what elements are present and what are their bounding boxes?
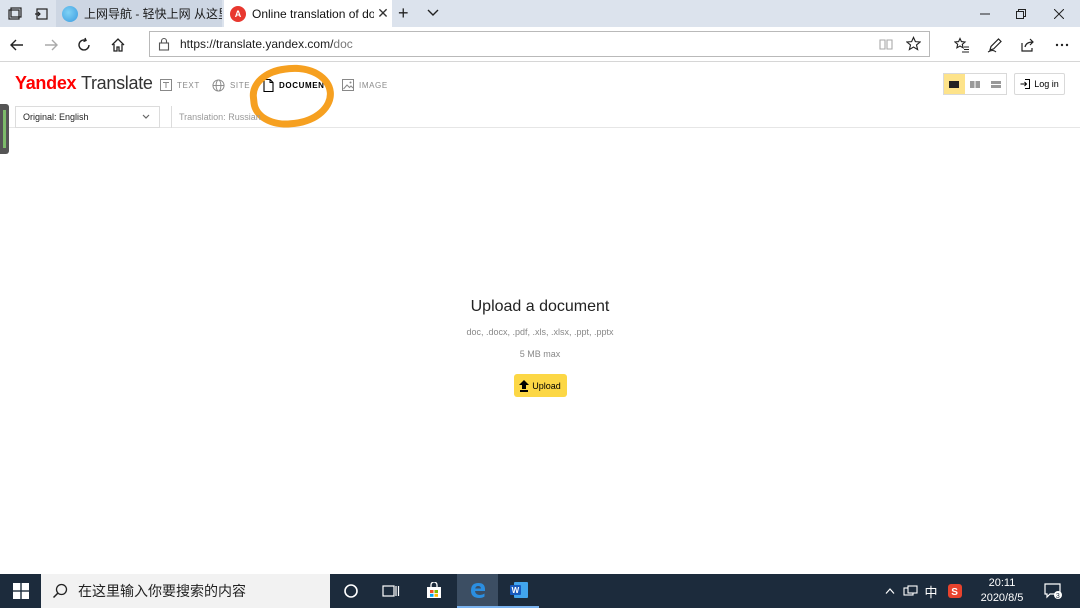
globe-icon — [212, 78, 225, 92]
nav-tab-image[interactable]: IMAGE — [342, 77, 388, 93]
notification-count: 3 — [1056, 593, 1060, 599]
side-panel-handle[interactable] — [0, 104, 9, 154]
logo-brand: Yandex — [15, 73, 77, 93]
login-button[interactable]: Log in — [1014, 73, 1065, 95]
home-icon[interactable] — [108, 35, 128, 55]
upload-arrow-icon — [519, 379, 530, 392]
lock-icon — [158, 37, 170, 51]
page-content: Yandex Translate TEXT SITE DOCUMENT IMAG… — [0, 60, 1080, 574]
pen-notes-icon[interactable] — [985, 35, 1005, 55]
clock-time: 20:11 — [988, 577, 1016, 589]
system-clock[interactable]: 20:11 2020/8/5 — [972, 576, 1032, 606]
close-tab-icon[interactable]: ✕ — [374, 5, 392, 22]
nav-tab-label: TEXT — [177, 80, 200, 90]
nav-tab-text[interactable]: TEXT — [160, 77, 200, 93]
microsoft-store-icon[interactable] — [414, 574, 454, 608]
source-language-select[interactable]: Original: English — [15, 106, 160, 128]
svg-text:S: S — [951, 587, 958, 598]
more-options-icon[interactable] — [1052, 35, 1072, 55]
windows-taskbar: 在这里输入你要搜索的内容 W 中 S 20:11 2020/8/5 3 — [0, 574, 1080, 608]
chevron-down-icon[interactable] — [426, 5, 440, 24]
navigation-favicon-icon — [62, 5, 78, 22]
layout-toggle-group — [943, 73, 1007, 95]
upload-button-label: Upload — [532, 380, 561, 391]
tab-title: 上网导航 - 轻快上网 从这里 — [84, 7, 222, 21]
supported-formats: doc, .docx, .pdf, .xls, .xlsx, .ppt, .pp… — [466, 327, 614, 337]
stacked-layout-icon[interactable] — [985, 74, 1006, 94]
ime-indicator[interactable]: 中 — [922, 574, 940, 608]
sogou-ime-icon[interactable]: S — [946, 574, 964, 608]
set-aside-tabs-icon[interactable] — [31, 4, 51, 24]
source-language-label: Original: English — [23, 112, 89, 122]
svg-text:W: W — [511, 586, 519, 595]
browser-nav-bar: https://translate.yandex.com/doc — [0, 27, 1080, 62]
reading-view-icon[interactable] — [879, 37, 893, 51]
upload-title: Upload a document — [470, 298, 610, 315]
taskbar-search-box[interactable]: 在这里输入你要搜索的内容 — [41, 574, 330, 608]
nav-tab-label: SITE — [230, 80, 251, 90]
tab-overview-icon[interactable] — [5, 4, 25, 24]
tab-title: Online translation of do — [252, 6, 374, 21]
search-icon — [52, 583, 68, 599]
browser-tab-bar: 上网导航 - 轻快上网 从这里 A Online translation of … — [0, 0, 1080, 27]
tab-yandex-translate[interactable]: A Online translation of do ✕ — [224, 0, 392, 27]
max-size-note: 5 MB max — [519, 349, 561, 359]
word-app-icon[interactable]: W — [498, 574, 539, 608]
login-label: Log in — [1034, 79, 1059, 89]
edge-browser-icon[interactable] — [457, 574, 498, 608]
upload-button[interactable]: Upload — [513, 374, 567, 397]
target-language-select[interactable]: Translation: Russian — [171, 106, 321, 128]
new-tab-icon[interactable]: + — [398, 3, 409, 24]
favorites-list-icon[interactable] — [952, 35, 972, 55]
windows-start-icon[interactable] — [0, 574, 41, 608]
yandex-translate-logo[interactable]: Yandex Translate — [15, 73, 153, 94]
single-column-layout-icon[interactable] — [944, 74, 965, 94]
url-text: https://translate.yandex.com/doc — [180, 37, 353, 51]
url-path: doc — [333, 37, 353, 51]
login-icon — [1020, 79, 1031, 89]
back-arrow-icon[interactable] — [7, 35, 27, 55]
yandex-header: Yandex Translate TEXT SITE DOCUMENT IMAG… — [0, 60, 1080, 132]
notification-center-icon[interactable]: 3 — [1042, 574, 1064, 608]
nav-tab-label: IMAGE — [359, 80, 388, 90]
image-icon — [342, 79, 354, 91]
url-host: https://translate.yandex.com/ — [180, 37, 334, 51]
chevron-up-icon[interactable] — [882, 574, 898, 608]
chevron-down-icon — [142, 114, 150, 119]
share-icon[interactable] — [1018, 35, 1038, 55]
cortana-icon[interactable] — [331, 574, 371, 608]
clock-date: 2020/8/5 — [980, 592, 1024, 604]
target-language-label: Translation: Russian — [179, 112, 261, 122]
refresh-icon[interactable] — [74, 35, 94, 55]
nav-tab-site[interactable]: SITE — [212, 77, 250, 93]
two-column-layout-icon[interactable] — [965, 74, 986, 94]
text-icon — [160, 79, 172, 91]
logo-product: Translate — [80, 73, 153, 93]
network-icon[interactable] — [902, 574, 920, 608]
close-window-icon[interactable] — [1036, 0, 1080, 27]
task-view-icon[interactable] — [371, 574, 411, 608]
address-bar[interactable]: https://translate.yandex.com/doc — [149, 31, 930, 57]
favorite-star-icon[interactable] — [906, 36, 921, 51]
search-placeholder: 在这里输入你要搜索的内容 — [78, 583, 246, 599]
upload-area: Upload a document doc, .docx, .pdf, .xls… — [390, 298, 690, 397]
yandex-translate-favicon-icon: A — [230, 5, 246, 22]
forward-arrow-icon[interactable] — [41, 35, 61, 55]
tab-navigation[interactable]: 上网导航 - 轻快上网 从这里 — [56, 0, 222, 27]
